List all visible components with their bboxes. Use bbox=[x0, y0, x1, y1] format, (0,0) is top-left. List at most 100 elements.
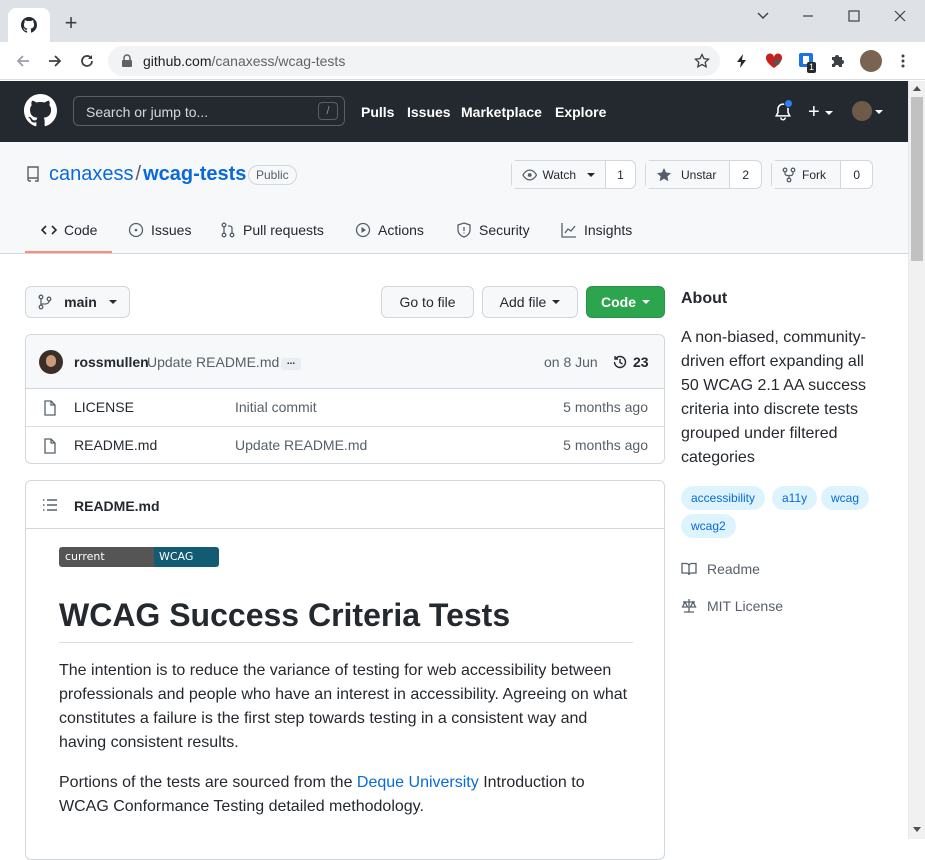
nav-pulls[interactable]: Pulls bbox=[361, 104, 394, 120]
commit-author-avatar[interactable] bbox=[39, 350, 63, 374]
search-input[interactable]: Search or jump to... / bbox=[73, 96, 345, 126]
tab-insights[interactable]: Insights bbox=[561, 222, 632, 238]
close-icon[interactable] bbox=[889, 6, 911, 26]
github-favicon-icon bbox=[21, 17, 37, 33]
readme-link[interactable]: Readme bbox=[681, 561, 760, 577]
tab-pull-requests[interactable]: Pull requests bbox=[220, 222, 324, 238]
tab-issues[interactable]: Issues bbox=[128, 222, 191, 238]
fork-count[interactable]: 0 bbox=[841, 161, 872, 188]
nav-marketplace[interactable]: Marketplace bbox=[461, 104, 542, 120]
chevron-down-icon bbox=[108, 300, 117, 304]
tab-security[interactable]: Security bbox=[456, 222, 530, 238]
go-to-file-button[interactable]: Go to file bbox=[381, 286, 474, 318]
back-icon[interactable] bbox=[12, 50, 34, 72]
topic-wcag[interactable]: wcag bbox=[821, 486, 870, 510]
browser-toolbar: github.com/canaxess/wcag-tests 1 bbox=[0, 42, 925, 80]
heart-extension-icon[interactable] bbox=[764, 51, 784, 71]
tab-actions[interactable]: Actions bbox=[355, 222, 424, 238]
chevron-down-icon bbox=[552, 300, 561, 304]
minimize-icon[interactable] bbox=[797, 6, 819, 26]
extensions-puzzle-icon[interactable] bbox=[828, 51, 848, 71]
commit-message[interactable]: Update README.md bbox=[147, 354, 279, 370]
branch-select-button[interactable]: main bbox=[25, 286, 130, 318]
repo-owner-link[interactable]: canaxess bbox=[49, 163, 134, 185]
user-avatar[interactable] bbox=[852, 101, 872, 121]
create-new-menu[interactable]: + bbox=[808, 101, 834, 124]
topic-accessibility[interactable]: accessibility bbox=[681, 486, 766, 510]
commit-author[interactable]: rossmullen bbox=[74, 354, 149, 370]
unstar-button[interactable]: Unstar bbox=[646, 161, 731, 188]
chevron-down-icon[interactable] bbox=[875, 110, 883, 114]
lightning-extension-icon[interactable] bbox=[732, 51, 752, 71]
page-scrollbar[interactable] bbox=[908, 81, 925, 839]
repo-name-link[interactable]: wcag-tests bbox=[143, 163, 246, 185]
graph-icon bbox=[561, 223, 576, 238]
browser-tab-strip: + bbox=[0, 0, 925, 42]
watch-button[interactable]: Watch bbox=[512, 161, 606, 188]
reload-icon[interactable] bbox=[76, 50, 98, 72]
history-icon[interactable] bbox=[612, 354, 628, 370]
tab-search-icon[interactable] bbox=[752, 6, 774, 26]
nav-explore[interactable]: Explore bbox=[555, 104, 606, 120]
fork-button[interactable]: Fork bbox=[772, 161, 842, 188]
scroll-thumb[interactable] bbox=[911, 97, 923, 261]
repo-header: canaxess / wcag-tests Public Watch 1 Unsta… bbox=[0, 142, 908, 254]
file-row-readme[interactable]: README.md Update README.md 5 months ago bbox=[26, 426, 664, 463]
star-count[interactable]: 2 bbox=[730, 161, 761, 188]
code-download-button[interactable]: Code bbox=[586, 286, 665, 318]
github-header: Search or jump to... / Pulls Issues Mark… bbox=[0, 81, 908, 142]
forward-icon[interactable] bbox=[44, 50, 66, 72]
law-scale-icon bbox=[681, 599, 697, 613]
list-icon[interactable] bbox=[42, 498, 58, 512]
browser-tab[interactable] bbox=[8, 8, 50, 42]
readme-content: current versionWCAG 2.1 WCAG Success Cri… bbox=[59, 547, 633, 819]
readme-paragraph-2: Portions of the tests are sourced from t… bbox=[59, 774, 585, 815]
browser-menu-icon[interactable] bbox=[893, 51, 913, 71]
file-row-license[interactable]: LICENSE Initial commit 5 months ago bbox=[26, 389, 664, 426]
file-name[interactable]: LICENSE bbox=[74, 399, 134, 415]
watch-count[interactable]: 1 bbox=[606, 161, 635, 188]
deque-university-link[interactable]: Deque University bbox=[357, 774, 479, 791]
password-extension-icon[interactable]: 1 bbox=[797, 51, 817, 73]
topic-a11y[interactable]: a11y bbox=[772, 486, 818, 510]
readme-panel: README.md current versionWCAG 2.1 WCAG S… bbox=[25, 480, 665, 860]
add-file-button[interactable]: Add file bbox=[482, 286, 578, 318]
file-commit-message[interactable]: Initial commit bbox=[235, 399, 317, 415]
commit-count[interactable]: 23 bbox=[633, 354, 649, 370]
nav-issues[interactable]: Issues bbox=[407, 104, 451, 120]
issue-icon bbox=[128, 222, 144, 238]
file-date: 5 months ago bbox=[563, 437, 648, 453]
pull-request-icon bbox=[221, 222, 235, 238]
github-logo-icon[interactable] bbox=[24, 94, 57, 127]
scroll-up-icon[interactable] bbox=[913, 86, 921, 91]
book-icon bbox=[681, 562, 697, 576]
lock-icon[interactable] bbox=[121, 54, 133, 68]
version-badge: current versionWCAG 2.1 bbox=[59, 547, 219, 567]
visibility-badge: Public bbox=[248, 165, 297, 185]
fork-button-group: Fork 0 bbox=[771, 160, 873, 189]
maximize-icon[interactable] bbox=[843, 6, 865, 26]
file-date: 5 months ago bbox=[563, 399, 648, 415]
new-tab-button[interactable]: + bbox=[60, 12, 82, 34]
license-link[interactable]: MIT License bbox=[681, 598, 783, 614]
profile-avatar[interactable] bbox=[860, 50, 882, 72]
extension-badge: 1 bbox=[807, 62, 817, 73]
commit-ellipsis-button[interactable]: ... bbox=[281, 357, 301, 370]
bookmark-star-icon[interactable] bbox=[694, 53, 710, 69]
readme-title: WCAG Success Criteria Tests bbox=[59, 597, 633, 643]
code-icon bbox=[41, 225, 57, 235]
file-commit-message[interactable]: Update README.md bbox=[235, 437, 367, 453]
topic-wcag2[interactable]: wcag2 bbox=[681, 514, 736, 538]
file-name[interactable]: README.md bbox=[74, 437, 157, 453]
latest-commit-row: rossmullen Update README.md ... on 8 Jun… bbox=[26, 335, 664, 389]
chevron-down-icon bbox=[587, 172, 595, 177]
fork-icon bbox=[782, 167, 796, 182]
search-shortcut-key: / bbox=[318, 102, 338, 120]
commit-date[interactable]: on 8 Jun bbox=[544, 354, 598, 370]
repo-icon bbox=[27, 166, 39, 182]
address-bar[interactable]: github.com/canaxess/wcag-tests bbox=[108, 46, 720, 76]
scroll-down-icon[interactable] bbox=[913, 827, 921, 832]
watch-button-group: Watch 1 bbox=[511, 160, 636, 189]
readme-filename: README.md bbox=[74, 498, 160, 514]
tab-code[interactable]: Code bbox=[41, 222, 97, 238]
